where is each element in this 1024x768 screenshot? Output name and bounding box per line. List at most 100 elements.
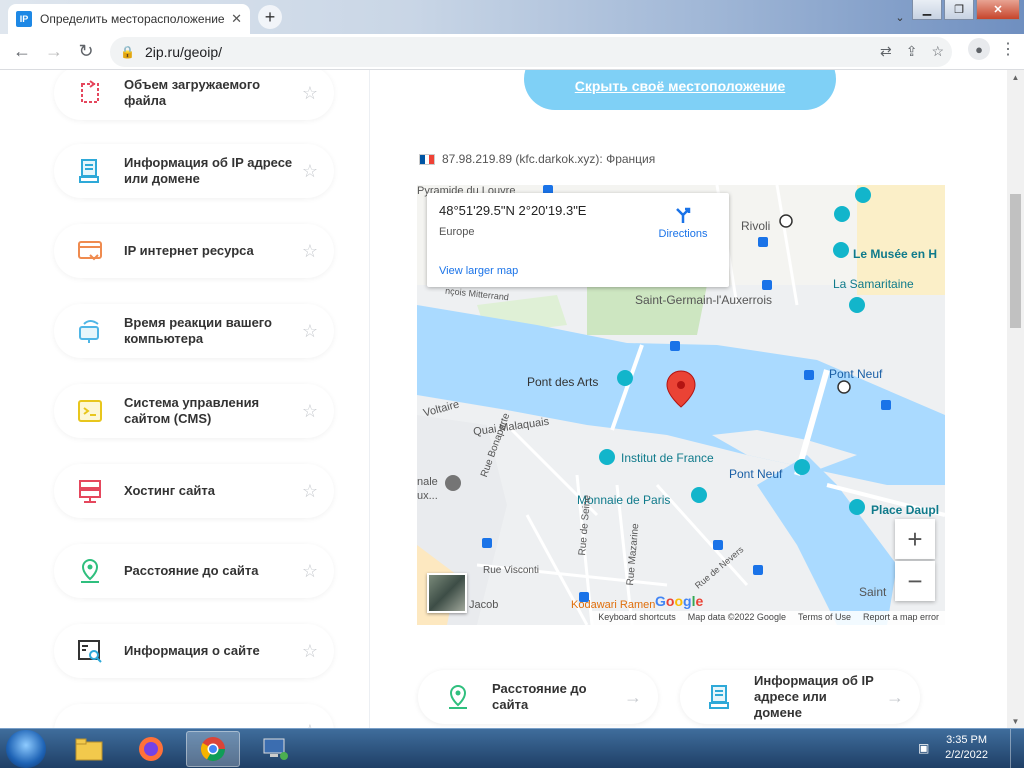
sidebar-item-cms[interactable]: Система управления сайтом (CMS) ☆ (54, 384, 334, 438)
sidebar-item-file-size[interactable]: Объем загружаемого файла ☆ (54, 70, 334, 120)
restore-button[interactable]: ❐ (944, 0, 974, 20)
map-label: Jacob (469, 599, 499, 611)
terms-link[interactable]: Terms of Use (798, 612, 851, 624)
sidebar-item-ping[interactable]: Время реакции вашего компьютера ☆ (54, 304, 334, 358)
new-tab-button[interactable]: + (258, 5, 282, 29)
file-size-icon (81, 80, 99, 103)
sidebar-item-label: Система управления сайтом (CMS) (124, 395, 260, 426)
sidebar-item-web-resource[interactable]: IP интернет ресурса ☆ (54, 224, 334, 278)
favorite-star-icon[interactable]: ☆ (300, 83, 320, 104)
satellite-toggle[interactable] (427, 573, 467, 613)
map-data-text: Map data ©2022 Google (687, 612, 786, 622)
france-flag-icon (419, 153, 435, 165)
favorite-star-icon[interactable]: ☆ (300, 401, 320, 422)
close-window-button[interactable]: ✕ (976, 0, 1020, 20)
network-tray-icon[interactable]: ▣ (918, 741, 932, 755)
ip-address-text: 87.98.219.89 (kfc.darkok.xyz): Франция (442, 152, 656, 166)
view-larger-map-link[interactable]: View larger map (439, 265, 518, 277)
chrome-taskbar-icon[interactable] (186, 731, 240, 767)
share-icon[interactable]: ⇪ (906, 43, 918, 60)
map-label: Rue Visconti (483, 565, 539, 576)
distance-icon (81, 558, 99, 583)
sidebar-item-site-info[interactable]: Информация о сайте ☆ (54, 624, 334, 678)
scroll-up-arrow-icon[interactable]: ▲ (1007, 70, 1024, 84)
site-favicon: IP (16, 11, 32, 27)
location-map[interactable]: Pyramide du Louvre Saint-Germain-l'Auxer… (417, 185, 945, 625)
zoom-in-button[interactable]: + (895, 519, 935, 559)
hide-location-label: Скрыть своё местоположение (574, 78, 786, 94)
sidebar-item-hosting[interactable]: Хостинг сайта ☆ (54, 464, 334, 518)
page-scrollbar[interactable]: ▲ ▼ (1007, 70, 1024, 728)
translate-icon[interactable]: ⇄ (880, 43, 892, 60)
sidebar-item-label: Объем загружаемого файла (124, 77, 261, 108)
window-controls: ▁ ❐ ✕ (912, 0, 1020, 20)
sidebar-item-ip-info[interactable]: Информация об IP адресе или домене ☆ (54, 144, 334, 198)
report-error-link[interactable]: Report a map error (863, 612, 939, 624)
scroll-thumb[interactable] (1010, 194, 1021, 328)
minimize-button[interactable]: ▁ (912, 0, 942, 20)
browser-tab[interactable]: IP Определить месторасположение ✕ (8, 4, 250, 34)
favorite-star-icon[interactable]: ☆ (300, 321, 320, 342)
sidebar-item-next[interactable]: ☆ (54, 704, 334, 728)
map-attribution: Keyboard shortcuts Map data ©2022 Google… (592, 611, 945, 625)
chrome-icon (200, 737, 225, 762)
computer-icon (263, 738, 288, 760)
tab-close-icon[interactable]: ✕ (231, 11, 242, 27)
system-clock[interactable]: 3:35 PM 2/2/2022 (945, 733, 988, 763)
ip-info-icon (79, 159, 99, 183)
clock-date: 2/2/2022 (945, 749, 988, 761)
tab-search-icon[interactable]: ⌄ (888, 6, 912, 28)
folder-icon (75, 738, 103, 761)
menu-kebab-icon[interactable]: ⋮ (1000, 39, 1016, 59)
card-distance[interactable]: Расстояние до сайта → (418, 670, 658, 724)
hide-location-button[interactable]: Скрыть своё местоположение (524, 70, 836, 110)
profile-avatar[interactable]: ● (968, 38, 990, 60)
ping-icon (79, 320, 99, 343)
favorite-star-icon[interactable]: ☆ (300, 561, 320, 582)
explorer-taskbar-icon[interactable] (62, 731, 116, 767)
keyboard-shortcuts-link[interactable]: Keyboard shortcuts (598, 612, 676, 624)
ip-address-line: 87.98.219.89 (kfc.darkok.xyz): Франция (419, 152, 655, 166)
scroll-down-arrow-icon[interactable]: ▼ (1007, 714, 1024, 728)
browser-toolbar: ← → ↻ 🔒 2ip.ru/geoip/ ⇄ ⇪ ☆ ● ⋮ (0, 34, 1024, 70)
lock-icon[interactable]: 🔒 (120, 45, 135, 59)
card-ip-info[interactable]: Информация об IP адресе или домене → (680, 670, 920, 724)
back-button[interactable]: ← (6, 36, 38, 68)
favorite-star-icon[interactable]: ☆ (300, 721, 320, 729)
favorite-star-icon[interactable]: ☆ (300, 241, 320, 262)
sidebar-item-distance[interactable]: Расстояние до сайта ☆ (54, 544, 334, 598)
firefox-taskbar-icon[interactable] (124, 731, 178, 767)
distance-icon (449, 684, 467, 709)
sidebar-item-label: Информация о сайте (124, 643, 260, 658)
ip-info-icon (709, 685, 729, 709)
zoom-out-button[interactable]: − (895, 561, 935, 601)
show-desktop-button[interactable] (1010, 729, 1024, 768)
main-content: Скрыть своё местоположение 87.98.219.89 … (371, 70, 1007, 728)
web-resource-icon (78, 241, 102, 261)
hosting-icon (79, 480, 101, 503)
directions-label: Directions (658, 228, 708, 240)
card-label: Информация об IP адресе или домене (754, 673, 874, 720)
sidebar-item-label: Хостинг сайта (124, 483, 215, 498)
bookmark-star-icon[interactable]: ☆ (931, 43, 944, 60)
favorite-star-icon[interactable]: ☆ (300, 481, 320, 502)
card-label: Расстояние до сайта (492, 681, 587, 712)
directions-icon (676, 207, 691, 223)
arrow-right-icon: → (624, 686, 642, 707)
address-bar[interactable]: 🔒 2ip.ru/geoip/ ⇄ ⇪ ☆ (110, 37, 952, 67)
services-sidebar: Объем загружаемого файла ☆ Информация об… (0, 70, 370, 728)
favorite-star-icon[interactable]: ☆ (300, 161, 320, 182)
cms-icon (78, 400, 102, 422)
favorite-star-icon[interactable]: ☆ (300, 641, 320, 662)
forward-button[interactable]: → (38, 36, 70, 68)
directions-button[interactable]: Directions (655, 205, 711, 240)
sidebar-item-label: Время реакции вашего компьютера (124, 315, 272, 346)
map-label: Le Musée en H (853, 247, 938, 261)
network-app-taskbar-icon[interactable] (248, 731, 302, 767)
map-label: Saint (859, 585, 887, 599)
tab-bar: IP Определить месторасположение ✕ + ⌄ ▁ … (0, 0, 1024, 34)
firefox-icon (139, 737, 163, 761)
next-item-icon (76, 717, 104, 728)
start-button[interactable] (6, 730, 46, 768)
reload-button[interactable]: ↻ (70, 36, 102, 68)
